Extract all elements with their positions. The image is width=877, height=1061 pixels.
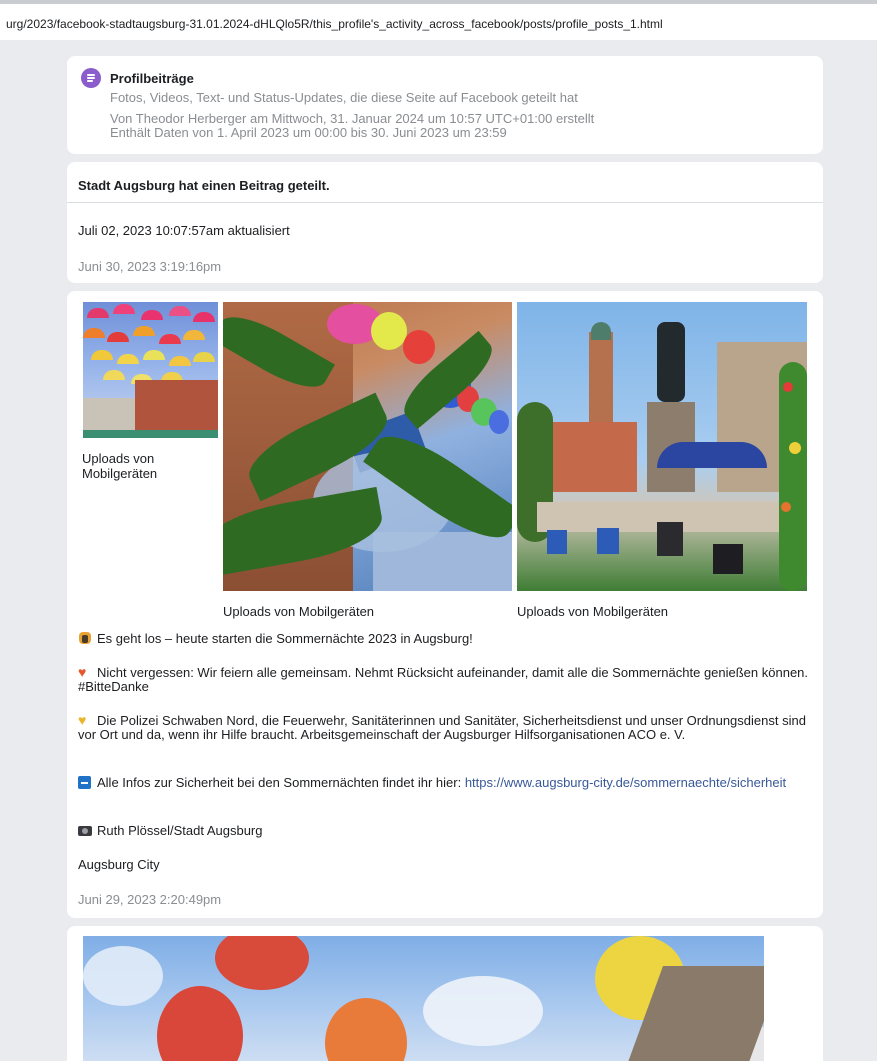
post-paragraph: ♥ Die Polizei Schwaben Nord, die Feuerweh…: [78, 712, 806, 742]
divider: [67, 202, 823, 203]
photo-fountain[interactable]: [517, 302, 807, 591]
post-paragraph: Augsburg City: [78, 857, 160, 872]
photo-lanterns-sky[interactable]: [83, 936, 764, 1061]
photo-lanterns[interactable]: [223, 302, 512, 591]
address-bar[interactable]: urg/2023/facebook-stadtaugsburg-31.01.20…: [0, 4, 877, 40]
post-paragraph: Alle Infos zur Sicherheit bei den Sommer…: [78, 775, 818, 790]
photo-caption: Uploads von Mobilgeräten: [82, 451, 158, 481]
post-paragraph: ♥ Nicht vergessen: Wir feiern alle gemein…: [78, 664, 809, 694]
created-info: Von Theodor Herberger am Mittwoch, 31. J…: [110, 111, 595, 126]
post-timestamp: Juni 30, 2023 3:19:16pm: [78, 259, 222, 274]
post-paragraph: Es geht los – heute starten die Sommernä…: [78, 631, 818, 646]
post-card: Uploads von Mobilgeräten Uploads von Mob…: [67, 291, 823, 918]
post-updated: Juli 02, 2023 10:07:57am aktualisiert: [78, 223, 290, 238]
photo-umbrellas[interactable]: [83, 302, 218, 438]
camera-icon: [78, 823, 92, 837]
post-card: [67, 926, 823, 1061]
profile-posts-header: Profilbeiträge Fotos, Videos, Text- und …: [67, 56, 823, 154]
post-timestamp: Juni 29, 2023 2:20:49pm: [78, 892, 222, 907]
post-title: Stadt Augsburg hat einen Beitrag geteilt…: [78, 178, 330, 193]
yellow-heart-icon: ♥: [78, 712, 87, 728]
post-card: Stadt Augsburg hat einen Beitrag geteilt…: [67, 162, 823, 283]
document-icon: [81, 68, 101, 88]
photo-caption: Uploads von Mobilgeräten: [517, 604, 669, 619]
post-paragraph: Ruth Plössel/Stadt Augsburg: [78, 823, 818, 838]
page-title: Profilbeiträge: [110, 71, 194, 86]
url-text: urg/2023/facebook-stadtaugsburg-31.01.20…: [6, 17, 663, 31]
safety-info-link[interactable]: https://www.augsburg-city.de/sommernaech…: [465, 775, 786, 790]
page-subtitle: Fotos, Videos, Text- und Status-Updates,…: [110, 90, 578, 105]
heart-icon: ♥: [78, 664, 87, 680]
minus-icon: [78, 775, 92, 789]
date-range-info: Enthält Daten von 1. April 2023 um 00:00…: [110, 125, 507, 140]
people-icon: [78, 631, 92, 645]
photo-caption: Uploads von Mobilgeräten: [223, 604, 375, 619]
